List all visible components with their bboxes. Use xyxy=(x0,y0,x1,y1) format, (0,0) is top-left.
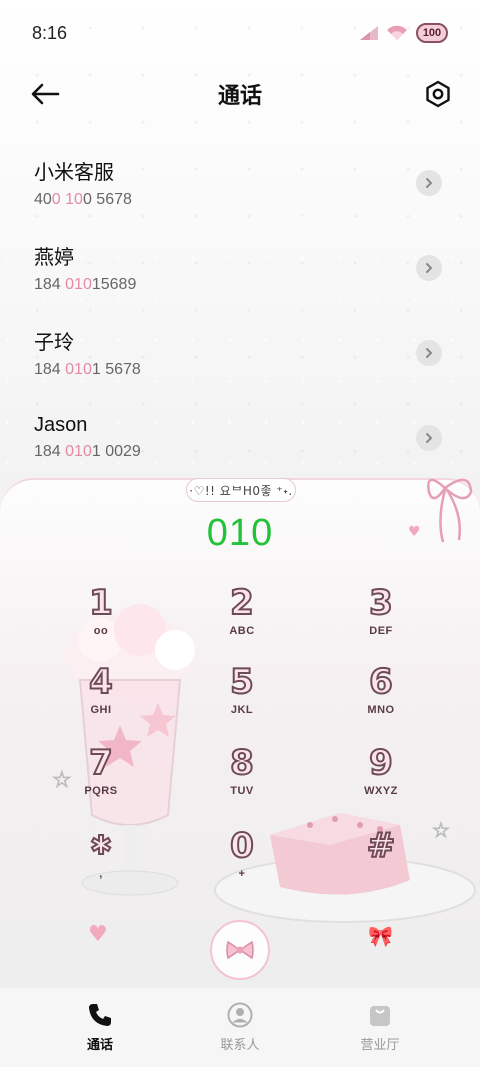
contact-number: 184 0101 5678 xyxy=(34,361,141,378)
key-digit: ✱ xyxy=(89,830,113,862)
dialpad-key-2[interactable]: 2 ABC xyxy=(192,582,292,655)
dialpad-key-7[interactable]: 7 PQRS xyxy=(51,742,151,815)
dialpad-key-3[interactable]: 3 DEF xyxy=(331,582,431,655)
battery-indicator: 100 xyxy=(416,23,448,43)
key-digit: 2 xyxy=(229,582,255,624)
nav-tab-calls[interactable]: 通话 xyxy=(50,1002,150,1053)
list-item[interactable]: 子玲 184 0101 5678 xyxy=(0,310,480,395)
person-icon xyxy=(227,1002,253,1028)
contact-info: 子玲 184 0101 5678 xyxy=(34,326,141,379)
key-letters: DEF xyxy=(369,625,393,637)
recent-calls-list: 小米客服 400 100 5678 燕婷 184 01015689 子玲 184… xyxy=(0,140,480,480)
phone-icon xyxy=(89,1004,111,1026)
page-title: 通话 xyxy=(217,84,262,109)
app-bar: 通话 xyxy=(0,66,480,122)
key-digit: 9 xyxy=(368,742,394,784)
nav-tab-service-hall[interactable]: 营业厅 xyxy=(330,1002,430,1053)
voicemail-icon: ᴏᴏ xyxy=(93,625,109,637)
nav-tab-contacts[interactable]: 联系人 xyxy=(190,1002,290,1053)
bottom-navigation: 通话 联系人 营业厅 xyxy=(0,988,480,1067)
list-item[interactable]: Jason 184 0101 0029 xyxy=(0,395,480,480)
contact-number: 184 0101 0029 xyxy=(34,443,141,460)
dialpad-key-0[interactable]: 0 + xyxy=(192,825,292,898)
key-digit: 4 xyxy=(88,661,114,703)
key-letters: GHI xyxy=(90,704,112,716)
key-letters: PQRS xyxy=(84,785,118,797)
status-icons: 100 xyxy=(360,23,448,43)
contact-name: 燕婷 xyxy=(34,247,74,269)
call-button[interactable] xyxy=(210,920,270,980)
chevron-right-icon xyxy=(426,347,433,358)
key-letters: WXYZ xyxy=(364,785,398,797)
key-digit: 0 xyxy=(229,825,255,867)
contact-number: 400 100 5678 xyxy=(34,191,132,208)
contact-info: Jason 184 0101 0029 xyxy=(34,414,141,461)
contact-name: Jason xyxy=(34,414,88,436)
contact-info: 燕婷 184 01015689 xyxy=(34,241,136,294)
chevron-right-icon xyxy=(426,177,433,188)
key-letters: JKL xyxy=(230,704,254,716)
dialpad-key-6[interactable]: 6 MNO xyxy=(331,661,431,734)
key-digit: 8 xyxy=(229,742,255,784)
key-letters: , xyxy=(99,868,103,880)
dialpad-key-8[interactable]: 8 TUV xyxy=(192,742,292,815)
dialpad-key-hash[interactable]: # xyxy=(331,825,431,898)
dialpad-key-star[interactable]: ✱ , xyxy=(51,826,151,898)
status-time: 8:16 xyxy=(32,22,68,43)
contact-detail-button[interactable] xyxy=(416,169,442,196)
key-digit: 7 xyxy=(88,742,114,784)
bow-call-icon xyxy=(226,940,254,960)
dialed-number-display[interactable]: 010 xyxy=(0,512,480,555)
contact-name: 小米客服 xyxy=(34,162,114,184)
contact-detail-button[interactable] xyxy=(416,254,442,281)
wifi-icon xyxy=(387,25,407,40)
contact-detail-button[interactable] xyxy=(416,424,442,451)
contact-info: 小米客服 400 100 5678 xyxy=(34,156,132,209)
nav-label: 联系人 xyxy=(220,1038,260,1053)
dialpad-key-4[interactable]: 4 GHI xyxy=(51,661,151,734)
key-letters: MNO xyxy=(367,704,395,716)
signal-icon xyxy=(360,26,378,40)
chevron-right-icon xyxy=(426,432,433,443)
shopping-bag-icon xyxy=(370,1006,390,1026)
status-bar: 8:16 100 xyxy=(0,0,480,66)
list-item[interactable]: 燕婷 184 01015689 xyxy=(0,225,480,310)
chevron-right-icon xyxy=(426,262,433,273)
list-item[interactable]: 小米客服 400 100 5678 xyxy=(0,140,480,225)
back-arrow-icon[interactable] xyxy=(30,82,60,106)
key-letters: ABC xyxy=(229,625,255,637)
dialpad-key-9[interactable]: 9 WXYZ xyxy=(331,742,431,815)
nav-label: 营业厅 xyxy=(360,1038,400,1053)
contact-name: 子玲 xyxy=(34,332,74,354)
contact-number: 184 01015689 xyxy=(34,276,137,293)
tag-pill: ·♡!! 요ᄇ᠌H0좋 ⁺˖. xyxy=(186,478,296,502)
dialpad-key-1[interactable]: 1 ᴏᴏ xyxy=(51,582,151,655)
key-digit: 1 xyxy=(88,582,114,624)
key-digit: # xyxy=(366,825,396,867)
contact-detail-button[interactable] xyxy=(416,339,442,366)
settings-icon[interactable] xyxy=(424,80,452,108)
key-digit: 6 xyxy=(368,661,394,703)
key-digit: 5 xyxy=(229,661,255,703)
key-letters: TUV xyxy=(230,785,254,797)
nav-label: 通话 xyxy=(86,1038,113,1053)
key-digit: 3 xyxy=(368,582,394,624)
key-letters: + xyxy=(238,868,246,880)
dialpad-key-5[interactable]: 5 JKL xyxy=(192,661,292,734)
